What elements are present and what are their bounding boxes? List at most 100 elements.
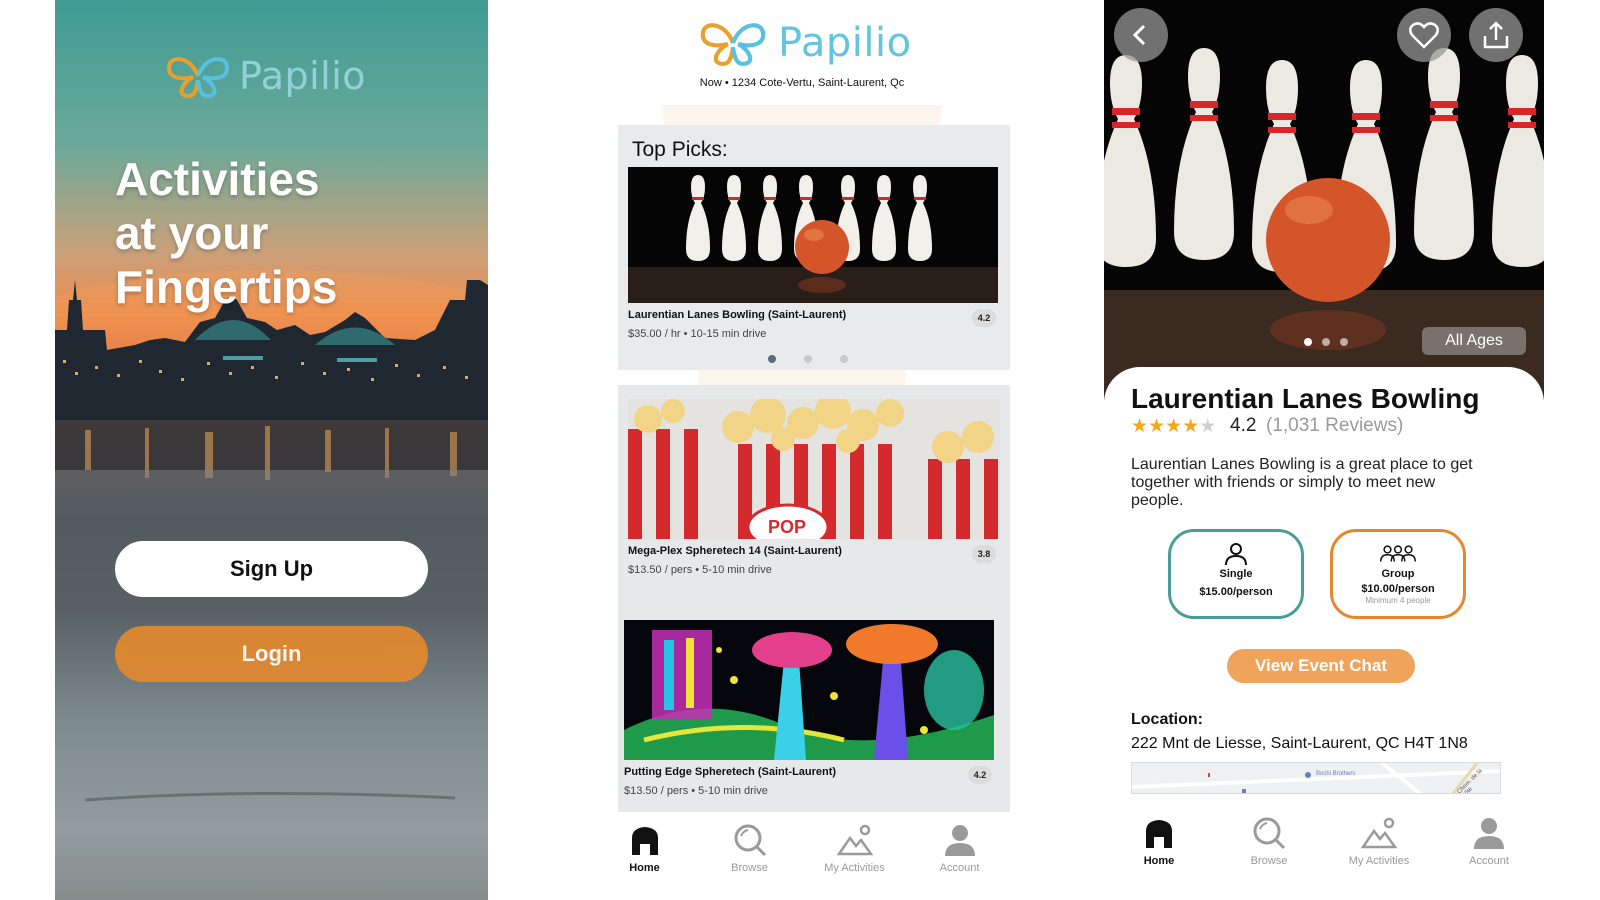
- headline-line: Fingertips: [115, 261, 338, 313]
- nav-my-activities[interactable]: My Activities: [810, 812, 900, 900]
- bowling-pins-image: [628, 167, 998, 303]
- review-count[interactable]: (1,031 Reviews): [1266, 415, 1403, 437]
- nav-home[interactable]: Home: [1114, 805, 1204, 893]
- heart-icon: [1409, 22, 1439, 49]
- back-button[interactable]: [1114, 8, 1168, 62]
- headline-line: Activities: [115, 153, 320, 205]
- headline: Activities at your Fingertips: [115, 152, 455, 314]
- carousel-dot[interactable]: [1322, 338, 1330, 346]
- carousel-dot[interactable]: [804, 355, 812, 363]
- star-icon: ★: [1131, 416, 1149, 437]
- activity-meta: $13.50 / pers • 5-10 min drive: [624, 785, 768, 797]
- popcorn-scene: POP: [628, 399, 1000, 539]
- rating-value: 4.2: [1230, 415, 1257, 436]
- activity-meta: $13.50 / pers • 5-10 min drive: [628, 564, 772, 576]
- headline-line: at your: [115, 207, 269, 259]
- price-option-label: Single: [1219, 568, 1253, 580]
- hero-carousel-dots[interactable]: [1304, 338, 1348, 346]
- butterfly-logo-icon: [700, 23, 766, 66]
- activity-card[interactable]: POP Mega-Plex Spheretech 14 (Saint-Laure…: [618, 385, 1010, 610]
- account-icon: [1474, 818, 1504, 849]
- star-icon: ★: [1199, 416, 1217, 437]
- activity-name: Laurentian Lanes Bowling (Saint-Laurent): [628, 309, 847, 321]
- nav-label: Browse: [731, 862, 768, 874]
- nav-label: Account: [939, 862, 980, 874]
- map-graphic: [1132, 763, 1500, 793]
- group-icon: [1380, 545, 1416, 562]
- login-button[interactable]: Login: [115, 626, 428, 682]
- brand-name: Papilio: [778, 20, 912, 66]
- home-screen: Papilio Now • 1234 Cote-Vertu, Saint-Lau…: [592, 0, 1012, 900]
- chevron-left-icon: [1132, 24, 1146, 46]
- splash-screen: Papilio Activities at your Fingertips Si…: [55, 0, 488, 900]
- bowling-scene: [628, 175, 998, 303]
- nav-label: My Activities: [824, 862, 885, 874]
- carousel-dot[interactable]: [768, 355, 776, 363]
- nav-label: My Activities: [1348, 855, 1410, 867]
- bowling-hero-image: All Ages: [1104, 0, 1544, 400]
- share-icon: [1483, 21, 1509, 49]
- location-map[interactable]: Bochi Brothers Chem. de la Côte: [1131, 762, 1501, 794]
- view-event-chat-button[interactable]: View Event Chat: [1227, 649, 1415, 683]
- nav-label: Account: [1469, 855, 1509, 867]
- nav-label: Browse: [1250, 855, 1288, 867]
- nav-home[interactable]: Home: [600, 812, 690, 900]
- nav-label: Home: [629, 862, 660, 874]
- group-price-option[interactable]: Group $10.00/person Minimum 4 people: [1330, 529, 1466, 619]
- nav-browse[interactable]: Browse: [705, 812, 795, 900]
- activity-description: Laurentian Lanes Bowling is a great plac…: [1131, 456, 1473, 509]
- home-icon: [631, 827, 658, 855]
- person-icon: [1225, 543, 1247, 566]
- papilio-logo: Papilio: [694, 18, 912, 68]
- current-location[interactable]: Now • 1234 Cote-Vertu, Saint-Laurent, Qc: [592, 77, 1012, 89]
- age-badge: All Ages: [1422, 327, 1526, 355]
- price-option-note: Minimum 4 people: [1365, 596, 1431, 605]
- share-button[interactable]: [1469, 8, 1523, 62]
- montreal-skyline-image: [55, 270, 488, 900]
- favorite-button[interactable]: [1397, 8, 1451, 62]
- popcorn-image: POP: [628, 399, 1000, 539]
- activity-meta: $35.00 / hr • 10-15 min drive: [628, 328, 767, 340]
- top-picks-card[interactable]: Top Picks: Laurentian Lanes Bowling (Sai…: [618, 125, 1010, 370]
- star-icon: ★: [1182, 416, 1200, 437]
- brand-name: Papilio: [239, 54, 367, 98]
- glow-minigolf-image: [624, 620, 994, 760]
- nav-my-activities[interactable]: My Activities: [1334, 805, 1424, 893]
- home-icon: [1146, 820, 1172, 848]
- activity-name: Putting Edge Spheretech (Saint-Laurent): [624, 766, 837, 778]
- activity-card[interactable]: Putting Edge Spheretech (Saint-Laurent) …: [618, 610, 1010, 815]
- svg-text:POP: POP: [768, 517, 806, 537]
- price-option-price: $10.00/person: [1361, 583, 1435, 595]
- minigolf-scene: [624, 620, 994, 760]
- account-icon: [944, 825, 975, 856]
- price-option-price: $15.00/person: [1199, 586, 1273, 598]
- price-option-label: Group: [1381, 568, 1415, 580]
- location-address[interactable]: 222 Mnt de Liesse, Saint-Laurent, QC H4T…: [1131, 735, 1468, 753]
- star-rating: ★★★★★: [1131, 415, 1216, 438]
- star-icon: ★: [1148, 416, 1166, 437]
- detail-screen: All Ages Laurentian Lanes Bowling ★★★★★ …: [1104, 0, 1544, 900]
- nav-browse[interactable]: Browse: [1224, 805, 1314, 893]
- butterfly-logo-icon: [166, 57, 230, 99]
- rating-badge: 4.2: [972, 309, 996, 327]
- nav-account[interactable]: Account: [915, 812, 1005, 900]
- bottom-nav: Home Browse My Activities Account: [1104, 805, 1544, 893]
- top-picks-title: Top Picks:: [632, 138, 728, 161]
- activity-title: Laurentian Lanes Bowling: [1131, 383, 1480, 414]
- carousel-dot[interactable]: [1304, 338, 1312, 346]
- activity-name: Mega-Plex Spheretech 14 (Saint-Laurent): [628, 545, 842, 557]
- star-icon: ★: [1165, 416, 1183, 437]
- browse-icon: [734, 824, 766, 857]
- papilio-logo: Papilio: [163, 52, 366, 100]
- nav-label: Home: [1143, 855, 1175, 867]
- my-activities-icon: [836, 824, 873, 856]
- single-price-option[interactable]: Single $15.00/person: [1168, 529, 1304, 619]
- nav-account[interactable]: Account: [1444, 805, 1534, 893]
- carousel-dot[interactable]: [1340, 338, 1348, 346]
- location-label: Location:: [1131, 711, 1203, 728]
- carousel-dots[interactable]: [768, 355, 848, 363]
- sign-up-button[interactable]: Sign Up: [115, 541, 428, 597]
- my-activities-icon: [1361, 817, 1397, 849]
- carousel-dot[interactable]: [840, 355, 848, 363]
- rating-badge: 4.2: [968, 766, 992, 784]
